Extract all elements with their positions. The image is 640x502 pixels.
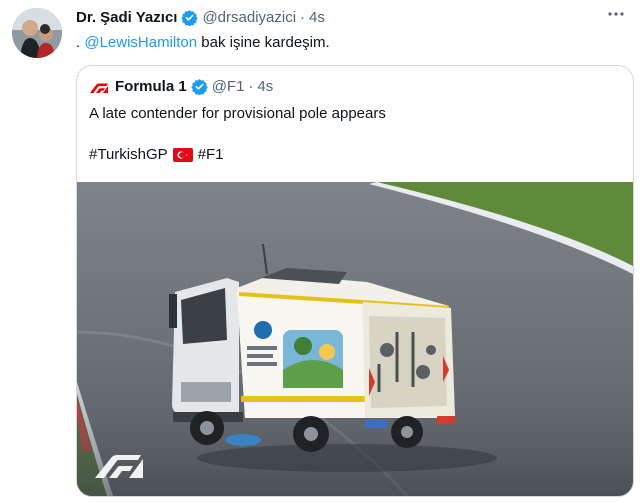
quote-hashtags: #TurkishGP #F1 <box>89 146 224 163</box>
tweet-text: . @LewisHamilton bak işine kardeşim. <box>76 34 330 51</box>
quoted-tweet[interactable]: Formula 1 @F1 · 4s A late contender for … <box>76 65 634 497</box>
author-name[interactable]: Dr. Şadi Yazıcı <box>76 9 177 26</box>
turkey-flag-icon <box>172 147 193 162</box>
verified-badge-icon <box>181 9 199 27</box>
quote-author-handle[interactable]: @F1 <box>212 78 245 95</box>
tweet-header: Dr. Şadi Yazıcı @drsadiyazici · 4s <box>76 9 325 27</box>
quote-author-name[interactable]: Formula 1 <box>115 78 187 95</box>
quote-media-image[interactable] <box>77 182 633 496</box>
separator-dot: · <box>248 78 254 95</box>
f1-logo-icon <box>89 81 109 93</box>
separator-dot: · <box>300 9 306 26</box>
tweet-text-prefix: . <box>76 34 81 51</box>
author-handle[interactable]: @drsadiyazici <box>202 9 296 26</box>
tweet[interactable]: Dr. Şadi Yazıcı @drsadiyazici · 4s . @Le… <box>0 0 640 502</box>
mention-link[interactable]: @LewisHamilton <box>84 34 197 51</box>
verified-badge-icon <box>190 78 208 96</box>
hashtag-f1[interactable]: #F1 <box>198 146 224 163</box>
tweet-text-rest: bak işine kardeşim. <box>201 34 330 51</box>
tweet-time[interactable]: 4s <box>309 9 325 26</box>
hashtag-turkishgp[interactable]: #TurkishGP <box>89 146 168 163</box>
quote-text: A late contender for provisional pole ap… <box>89 105 386 122</box>
avatar[interactable] <box>12 8 62 58</box>
quote-time[interactable]: 4s <box>257 78 273 95</box>
more-options-icon[interactable] <box>606 4 626 29</box>
quote-header: Formula 1 @F1 · 4s <box>89 78 273 96</box>
